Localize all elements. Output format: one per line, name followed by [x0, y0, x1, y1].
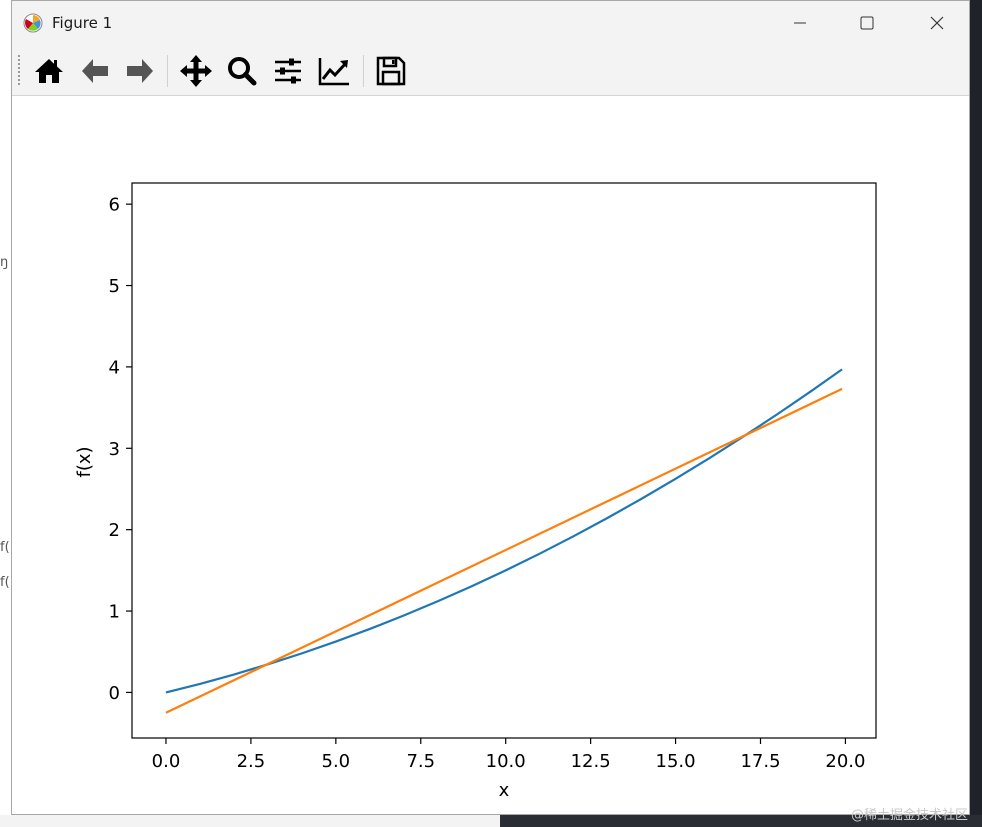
floppy-disk-icon — [376, 56, 406, 86]
series-line-1 — [165, 368, 843, 694]
background-text-fragment: f( — [0, 575, 10, 590]
x-tick-label: 2.5 — [237, 751, 266, 772]
toolbar-separator — [363, 55, 364, 87]
home-button[interactable] — [31, 53, 67, 89]
sliders-icon — [275, 58, 301, 84]
title-bar[interactable]: Figure 1 — [12, 1, 969, 45]
line-chart-icon — [318, 58, 349, 86]
back-button[interactable] — [77, 53, 113, 89]
figure-canvas[interactable]: 0.0 2.5 5.0 7.5 10.0 12.5 15.0 17.5 20.0 0 1 2 3 4 5 6… — [12, 96, 969, 814]
arrow-left-icon — [82, 59, 108, 83]
background-editor-right — [970, 0, 982, 827]
line-plot: 0.0 2.5 5.0 7.5 10.0 12.5 15.0 17.5 20.0 0 1 2 3 4 5 6… — [74, 182, 877, 801]
y-axis-label: f(x) — [74, 446, 95, 477]
minimize-button[interactable] — [765, 1, 835, 45]
pan-button[interactable] — [178, 53, 214, 89]
maximize-button[interactable] — [832, 1, 902, 45]
window-title: Figure 1 — [52, 14, 113, 32]
zoom-button[interactable] — [224, 53, 260, 89]
magnifier-icon — [228, 57, 257, 86]
y-tick-label: 5 — [109, 276, 120, 297]
edit-axes-button[interactable] — [316, 53, 352, 89]
y-tick-label: 3 — [109, 439, 120, 460]
x-tick-label: 7.5 — [406, 751, 435, 772]
toolbar-separator — [167, 55, 168, 87]
configure-subplots-button[interactable] — [270, 53, 306, 89]
y-tick-label: 0 — [109, 683, 120, 704]
x-tick-label: 5.0 — [322, 751, 351, 772]
x-tick-label: 12.5 — [571, 751, 611, 772]
x-axis-label: x — [499, 780, 510, 801]
x-tick-label: 20.0 — [825, 751, 865, 772]
save-button[interactable] — [373, 53, 409, 89]
matplotlib-logo-icon — [23, 13, 43, 33]
watermark-text: @稀土掘金技术社区 — [850, 808, 968, 823]
toolbar-grip[interactable] — [18, 55, 20, 85]
maximize-icon — [860, 16, 874, 30]
x-tick-label: 0.0 — [152, 751, 181, 772]
background-text-fragment: f( — [0, 540, 10, 555]
figure-window: Figure 1 0.0 2.5 5.0 7.5 10.0 12.5 15.0 … — [11, 0, 970, 815]
close-button[interactable] — [902, 1, 972, 45]
y-tick-label: 4 — [109, 357, 120, 378]
axes-frame — [131, 182, 877, 739]
series-line-2 — [165, 387, 843, 714]
x-tick-label: 15.0 — [656, 751, 696, 772]
y-tick-label: 2 — [109, 520, 120, 541]
x-tick-label: 17.5 — [740, 751, 780, 772]
minimize-icon — [794, 22, 806, 24]
home-icon — [35, 59, 63, 83]
navigation-toolbar — [12, 45, 969, 96]
arrow-right-icon — [127, 59, 153, 83]
close-icon — [930, 16, 944, 30]
move-icon — [180, 55, 212, 87]
background-text-fragment: ŋ — [0, 255, 9, 270]
y-tick-label: 6 — [109, 195, 120, 216]
y-tick-label: 1 — [109, 602, 120, 623]
x-tick-label: 10.0 — [486, 751, 526, 772]
forward-button[interactable] — [122, 53, 158, 89]
